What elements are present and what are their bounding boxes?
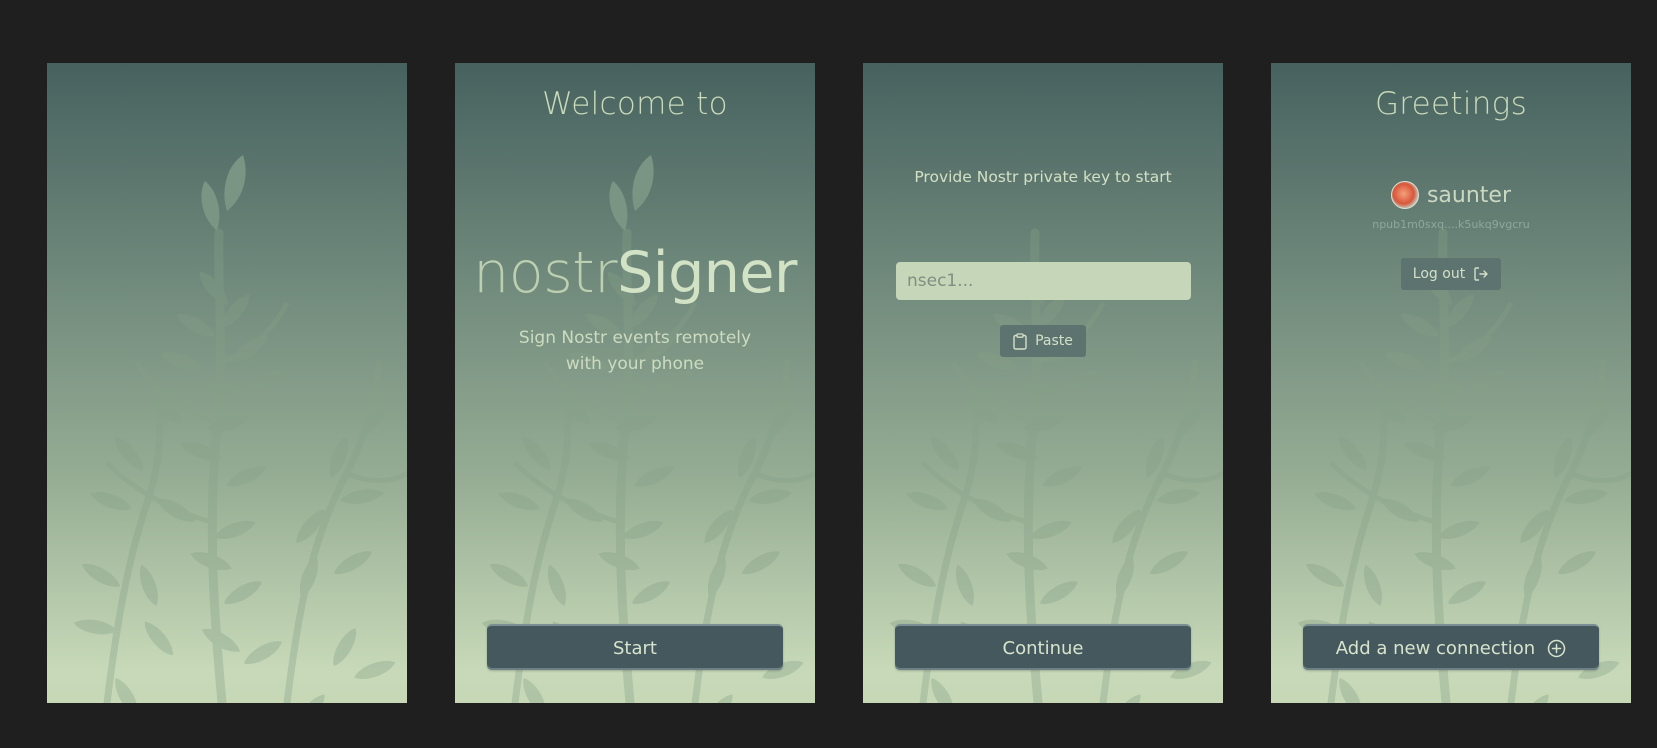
user-profile: saunter: [1271, 181, 1631, 209]
logout-button[interactable]: Log out: [1401, 258, 1501, 290]
welcome-screen: Welcome to nostrSigner Sign Nostr events…: [455, 63, 815, 703]
continue-button-label: Continue: [1002, 637, 1084, 659]
app-name-bold: Signer: [617, 240, 797, 306]
start-button[interactable]: Start: [487, 624, 783, 670]
clipboard-icon: [1013, 332, 1027, 350]
private-key-input[interactable]: nsec1...: [896, 262, 1191, 300]
plant-background: [863, 63, 1223, 703]
continue-button[interactable]: Continue: [895, 624, 1191, 670]
leaf-logo-icon: [609, 155, 654, 231]
paste-button[interactable]: Paste: [1000, 325, 1086, 357]
plus-circle-icon: [1547, 639, 1566, 657]
plant-background: [1271, 63, 1631, 703]
paste-button-label: Paste: [1035, 333, 1073, 349]
leaf-logo-icon: [201, 155, 246, 231]
key-prompt: Provide Nostr private key to start: [914, 168, 1172, 186]
logout-button-label: Log out: [1412, 266, 1466, 282]
greetings-title: Greetings: [1374, 86, 1528, 122]
logout-icon: [1474, 267, 1488, 281]
app-name: nostrSigner: [455, 238, 815, 308]
avatar: [1390, 181, 1419, 209]
splash-screen: [47, 63, 407, 703]
tagline-line-1: Sign Nostr events remotely: [518, 328, 752, 348]
import-key-screen: Provide Nostr private key to start nsec1…: [863, 63, 1223, 703]
greetings-screen: Greetings saunter npub1m0sxq....k5ukq9vg…: [1271, 63, 1631, 703]
add-connection-button-label: Add a new connection: [1335, 637, 1536, 659]
app-name-light: nostr: [473, 240, 618, 306]
welcome-title: Welcome to: [542, 86, 728, 122]
private-key-placeholder: nsec1...: [907, 271, 974, 291]
start-button-label: Start: [613, 637, 657, 659]
username: saunter: [1426, 182, 1512, 208]
npub-key: npub1m0sxq....k5ukq9vgcru: [1372, 218, 1530, 231]
tagline: Sign Nostr events remotely with your pho…: [455, 325, 815, 377]
add-connection-button[interactable]: Add a new connection: [1303, 624, 1599, 670]
tagline-line-2: with your phone: [565, 354, 705, 374]
